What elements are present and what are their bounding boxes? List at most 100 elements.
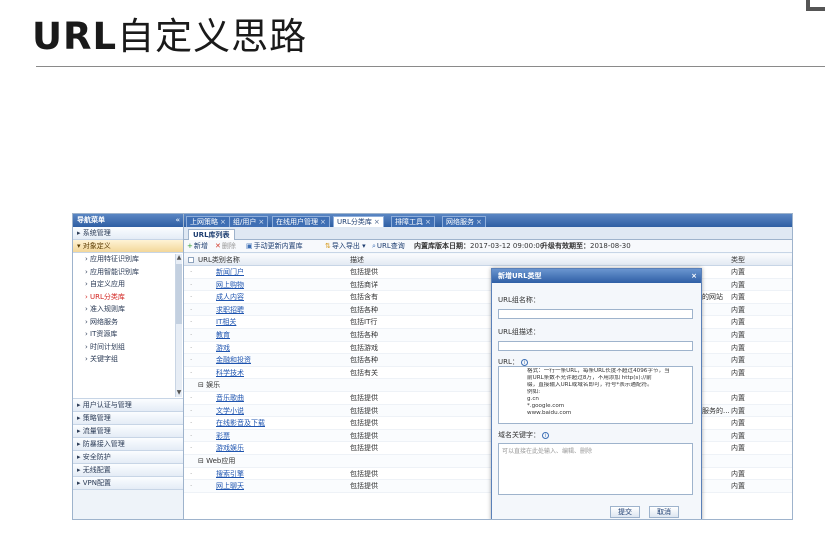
scroll-thumb[interactable] — [176, 264, 182, 324]
url-category-link[interactable]: 文学小说 — [216, 405, 316, 418]
nav-group-item[interactable]: ▸ VPN配置 — [73, 477, 183, 490]
add-label: 新增 — [193, 242, 208, 250]
url-category-link[interactable]: 教育 — [216, 329, 316, 342]
select-all-checkbox[interactable] — [188, 257, 194, 263]
row-dot-icon: · — [190, 406, 193, 415]
group-name[interactable]: ⊟ Web应用 — [198, 455, 298, 468]
tab-close-icon[interactable]: × — [425, 218, 431, 226]
tab-close-icon[interactable]: × — [320, 218, 326, 226]
url-category-link[interactable]: IT相关 — [216, 316, 316, 329]
url-category-type: 内置 — [731, 343, 745, 352]
tab-item[interactable]: URL分类库 × — [333, 216, 384, 227]
nav-group-item[interactable]: ▸ 流量管理 — [73, 425, 183, 438]
url-category-link[interactable]: 游戏 — [216, 342, 316, 355]
url-category-link[interactable]: 音乐歌曲 — [216, 392, 316, 405]
nav-group-item[interactable]: ▸ 系统管理 — [73, 227, 183, 240]
nav-group-item[interactable]: ▸ 防暴接入管理 — [73, 438, 183, 451]
tab-close-icon[interactable]: × — [258, 218, 264, 226]
nav-sub-item[interactable]: › URL分类库 — [73, 290, 183, 303]
tab-item[interactable]: 排障工具 × — [391, 216, 435, 227]
library-version-value: 2017-03-12 09:00:00 — [470, 242, 545, 250]
url-category-type: 内置 — [731, 469, 745, 478]
url-category-link[interactable]: 游戏娱乐 — [216, 442, 316, 455]
nav-sub-item[interactable]: › IT资源库 — [73, 328, 183, 341]
col-desc[interactable]: 描述 — [350, 254, 364, 266]
nav-sub-item[interactable]: › 应用智能识别库 — [73, 265, 183, 278]
nav-group-label: 系统管理 — [82, 229, 111, 237]
nav-sub-label: 应用特征识别库 — [90, 255, 140, 263]
scroll-up-icon[interactable]: ▲ — [176, 254, 182, 262]
url-category-link[interactable]: 彩票 — [216, 430, 316, 443]
tab-item[interactable]: 在线用户管理 × — [272, 216, 330, 227]
refresh-icon: ▣ — [246, 242, 253, 250]
url-category-link[interactable]: 在线影音及下载 — [216, 417, 316, 430]
url-category-link[interactable]: 金融和投资 — [216, 354, 316, 367]
add-url-type-dialog: 新增URL类型 × URL组名称： URL组描述： URL： i 格式：一行一条… — [491, 268, 702, 519]
row-dot-icon: · — [190, 293, 193, 302]
col-name[interactable]: URL类别名称 — [198, 254, 240, 266]
tab-close-icon[interactable]: × — [220, 218, 226, 226]
url-check-button[interactable]: ⌕URL查询 — [372, 240, 405, 253]
collapse-icon[interactable]: « — [175, 214, 180, 227]
url-textarea[interactable]: 格式：一行一条URL，每条URL长度不超过4096字节，当 前URL条数不允许超过… — [498, 366, 693, 424]
nav-group-item[interactable]: ▸ 用户认证与管理 — [73, 399, 183, 412]
row-dot-icon: · — [190, 343, 193, 352]
url-category-type: 内置 — [731, 280, 745, 289]
nav-sub-label: IT资源库 — [90, 330, 118, 338]
tab-item[interactable]: 上网策略 × — [186, 216, 230, 227]
nav-sub-item[interactable]: › 自定义应用 — [73, 278, 183, 291]
col-category[interactable]: 类型 — [731, 254, 745, 266]
domain-keyword-label-text: 域名关键字： — [498, 431, 540, 439]
url-category-type: 内置 — [731, 394, 745, 402]
url-category-link[interactable]: 网上购物 — [216, 279, 316, 292]
nav-sub-item[interactable]: › 关键字组 — [73, 353, 183, 366]
nav-group-item[interactable]: ▸ 策略管理 — [73, 412, 183, 425]
url-category-link[interactable]: 网上聊天 — [216, 480, 316, 493]
nav-sub-item[interactable]: › 时间计划组 — [73, 340, 183, 353]
import-export-button[interactable]: ⇅导入导出 ▾ — [325, 240, 366, 253]
table-header: URL类别名称 描述 类型 — [184, 254, 792, 266]
nav-menu: 导航菜单 « ▸ 系统管理 ▾ 对象定义 › 应用特征识别库 › 应用智能识别库 ›… — [73, 214, 184, 519]
url-category-desc: 包括提供 — [350, 469, 378, 478]
nav-sub-label: 网络服务 — [90, 317, 119, 326]
tab-label: 网络服务 — [446, 218, 474, 226]
tab-close-icon[interactable]: × — [476, 218, 482, 226]
group-name[interactable]: ⊟ 娱乐 — [198, 379, 298, 392]
delete-button[interactable]: ✕删除 — [215, 240, 236, 253]
info-icon[interactable]: i — [542, 431, 550, 439]
row-dot-icon: · — [190, 331, 193, 339]
tab-item[interactable]: 组/用户 × — [229, 216, 269, 227]
nav-sub-item[interactable]: › 准入规则库 — [73, 303, 183, 316]
close-icon[interactable]: × — [691, 269, 697, 283]
url-category-link[interactable]: 新闻门户 — [216, 266, 316, 279]
nav-scrollbar[interactable]: ▲ ▼ — [175, 254, 182, 397]
subtab-url-list[interactable]: URL库列表 — [188, 229, 235, 240]
submit-button[interactable]: 提交 — [610, 506, 640, 518]
nav-group-item[interactable]: ▸ 安全防护 — [73, 451, 183, 464]
url-category-type: 内置 — [731, 431, 745, 440]
domain-keyword-textarea[interactable]: 可以直接在此处输入、编辑、删除 — [498, 443, 693, 495]
nav-group-item[interactable]: ▸ 无线配置 — [73, 464, 183, 477]
url-group-desc-input[interactable] — [498, 341, 693, 351]
row-dot-icon: · — [190, 469, 193, 478]
add-button[interactable]: +新增 — [187, 240, 208, 253]
tab-label: 上网策略 — [190, 218, 218, 226]
url-category-link[interactable]: 搜索引擎 — [216, 468, 316, 481]
nav-group-object-definition[interactable]: ▾ 对象定义 — [73, 240, 183, 253]
nav-group-label: 防暴接入管理 — [82, 440, 125, 448]
expiry-value: 2018-08-30 — [590, 242, 631, 250]
url-category-link[interactable]: 成人内容 — [216, 291, 316, 304]
nav-sub-item[interactable]: › 网络服务 — [73, 315, 183, 328]
tab-close-icon[interactable]: × — [374, 218, 380, 226]
url-category-link[interactable]: 科学技术 — [216, 367, 316, 380]
cancel-button[interactable]: 取消 — [649, 506, 679, 518]
nav-sub-item[interactable]: › 应用特征识别库 — [73, 253, 183, 266]
row-dot-icon: · — [190, 394, 193, 402]
scroll-down-icon[interactable]: ▼ — [176, 389, 182, 397]
tab-item[interactable]: 网络服务 × — [442, 216, 486, 227]
info-icon[interactable]: i — [521, 358, 529, 366]
url-group-name-input[interactable] — [498, 309, 693, 319]
url-group-name-label: URL组名称： — [498, 296, 540, 304]
update-library-button[interactable]: ▣手动更新内置库 — [246, 240, 303, 253]
url-category-link[interactable]: 求职招聘 — [216, 304, 316, 317]
